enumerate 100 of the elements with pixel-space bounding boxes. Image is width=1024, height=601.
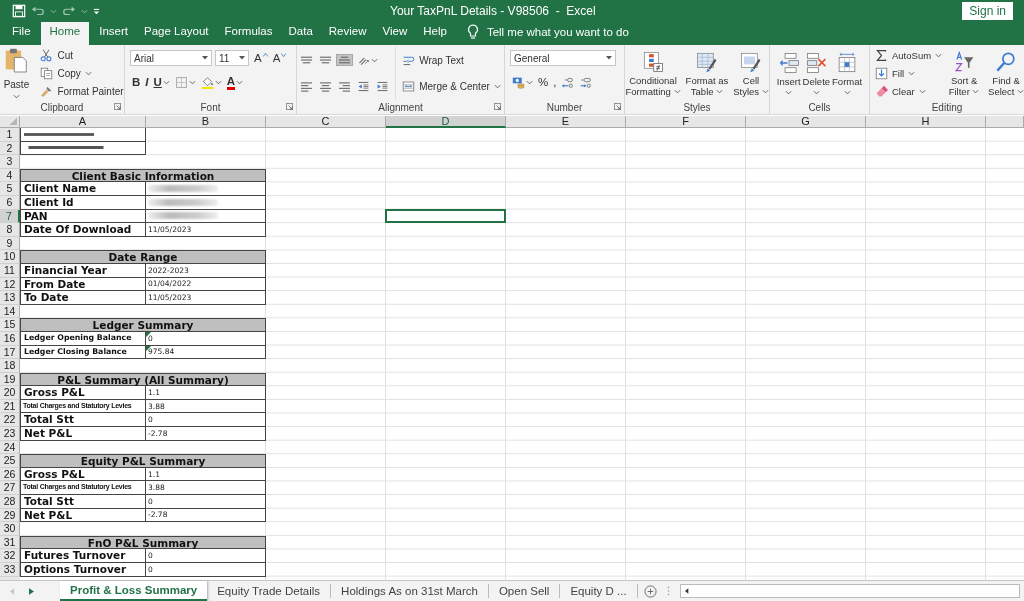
conditional-format-icon <box>642 50 664 73</box>
ribbon-button[interactable]: Format Painter <box>38 82 124 100</box>
group-label: Styles <box>683 101 711 113</box>
row-number[interactable]: 8 <box>0 223 20 237</box>
row-number[interactable]: 25 <box>0 454 20 468</box>
column-header[interactable]: A <box>20 116 146 128</box>
caret-icon <box>606 56 612 60</box>
dialog-launcher-icon[interactable] <box>494 103 501 110</box>
customize-icon[interactable] <box>93 7 100 15</box>
ribbon-tab[interactable]: Insert <box>91 22 136 45</box>
column-header[interactable]: G <box>746 116 866 128</box>
ribbon-tab[interactable]: Formulas <box>216 22 281 45</box>
brush-icon <box>40 84 54 98</box>
sheet-tab[interactable]: Equity D ... <box>560 584 638 598</box>
icon-button[interactable] <box>336 54 354 67</box>
dialog-launcher-icon[interactable] <box>286 103 293 110</box>
dropdown-field[interactable]: Arial <box>130 50 212 66</box>
column-header[interactable]: F <box>626 116 746 128</box>
ribbon-button[interactable]: Insert <box>776 52 801 95</box>
lightbulb-icon <box>466 24 479 40</box>
row-number[interactable]: 32 <box>0 549 20 563</box>
sigma-icon <box>875 49 888 63</box>
dialog-launcher-icon[interactable] <box>614 103 621 110</box>
ribbon-button[interactable]: Merge & Center <box>400 78 503 96</box>
selected-cell[interactable] <box>385 208 506 224</box>
align-left-icon <box>300 81 314 92</box>
undo-icon[interactable] <box>31 4 45 18</box>
dialog-launcher-icon[interactable] <box>114 103 121 110</box>
copy-icon <box>40 67 54 80</box>
sheet-tab[interactable]: Equity Trade Details <box>207 584 332 598</box>
ribbon-button[interactable]: Format <box>832 52 863 95</box>
ribbon-button[interactable]: Paste <box>0 47 35 101</box>
column-header[interactable]: E <box>506 116 626 128</box>
column-header[interactable]: H <box>866 116 986 128</box>
ribbon-tab[interactable]: Page Layout <box>136 22 217 45</box>
tell-me-search[interactable]: Tell me what you want to do <box>486 26 629 38</box>
ribbon-tab[interactable]: Help <box>415 22 455 45</box>
ribbon-button[interactable]: Format as Table <box>684 50 730 97</box>
redo-icon[interactable] <box>62 4 76 18</box>
sheet-tab[interactable]: Profit & Loss Summary <box>60 581 208 601</box>
scroll-left-icon[interactable] <box>684 588 689 594</box>
grow-font-button[interactable]: A <box>252 50 270 66</box>
row-number[interactable]: 22 <box>0 413 20 428</box>
row-number[interactable]: 33 <box>0 563 20 577</box>
bold-button[interactable]: B <box>130 75 143 90</box>
font-color-button[interactable]: A <box>224 74 246 91</box>
ribbon-button[interactable]: Sort & Filter <box>944 50 985 97</box>
section-heading: P&L Summary (All Summary) <box>20 372 266 387</box>
ribbon-button[interactable]: Copy <box>38 65 94 82</box>
ribbon-button[interactable]: Clear <box>875 82 926 100</box>
comma-style-button[interactable]: , <box>551 75 559 90</box>
shrink-font-button[interactable]: A <box>270 50 289 66</box>
dropdown-field[interactable]: General <box>510 50 616 66</box>
table-brush-icon <box>696 50 718 73</box>
ribbon-tab[interactable]: View <box>374 22 416 45</box>
ribbon-button[interactable]: Cell Styles <box>732 50 769 97</box>
ribbon-button[interactable]: AutoSum <box>875 47 943 65</box>
ribbon-button[interactable]: Fill <box>875 65 916 82</box>
ribbon-button[interactable]: Delete <box>802 52 831 95</box>
fill-down-icon <box>875 67 888 80</box>
italic-button[interactable]: I <box>143 75 151 90</box>
file-tab[interactable]: File <box>4 22 39 45</box>
add-sheet-icon[interactable] <box>643 584 657 598</box>
underline-button[interactable]: U <box>151 75 172 90</box>
format-cells-icon <box>836 52 859 74</box>
row-number[interactable]: 1 <box>0 128 20 142</box>
row-number[interactable]: 27 <box>0 481 20 496</box>
row-number[interactable]: 10 <box>0 250 20 264</box>
percent-style-button[interactable]: % <box>536 75 551 90</box>
ribbon-tab[interactable]: Home <box>40 22 90 45</box>
row-number[interactable]: 28 <box>0 495 20 509</box>
row-number[interactable]: 30 <box>0 522 20 536</box>
scroll-right-icon[interactable] <box>29 587 34 595</box>
column-header[interactable]: C <box>266 116 386 128</box>
ribbon-tab[interactable]: Review <box>320 22 375 45</box>
drag-handle-icon[interactable] <box>666 586 670 596</box>
sheet-tab[interactable]: Open Sell <box>488 584 561 598</box>
row-number[interactable]: 13 <box>0 291 20 305</box>
column-header[interactable]: D <box>386 116 506 128</box>
save-icon[interactable] <box>12 4 26 18</box>
sign-in-button[interactable]: Sign in <box>962 2 1013 20</box>
ribbon-button[interactable]: Conditional Formatting <box>625 50 682 97</box>
decrease-indent-icon <box>357 80 371 94</box>
column-header[interactable]: B <box>146 116 266 128</box>
decrease-decimal-icon <box>579 76 593 89</box>
ribbon-button[interactable]: Find & Select <box>986 50 1024 97</box>
ribbon-tab[interactable]: Data <box>280 22 321 45</box>
row-number[interactable]: 23 <box>0 427 20 441</box>
row-number[interactable]: 3 <box>0 155 20 169</box>
caret-icon <box>239 56 245 60</box>
ribbon-button[interactable]: Wrap Text <box>400 51 466 69</box>
align-middle-icon <box>319 56 333 65</box>
dropdown-field[interactable]: 11 <box>215 50 249 66</box>
horizontal-scrollbar[interactable] <box>679 584 1020 598</box>
ribbon-button[interactable]: Cut <box>38 47 75 65</box>
row-number[interactable]: 20 <box>0 386 20 400</box>
row-number[interactable]: 5 <box>0 182 20 196</box>
sheet-tab[interactable]: Holdings As on 31st March <box>331 584 489 598</box>
row-number[interactable]: 18 <box>0 359 20 373</box>
row-number[interactable]: 15 <box>0 318 20 332</box>
